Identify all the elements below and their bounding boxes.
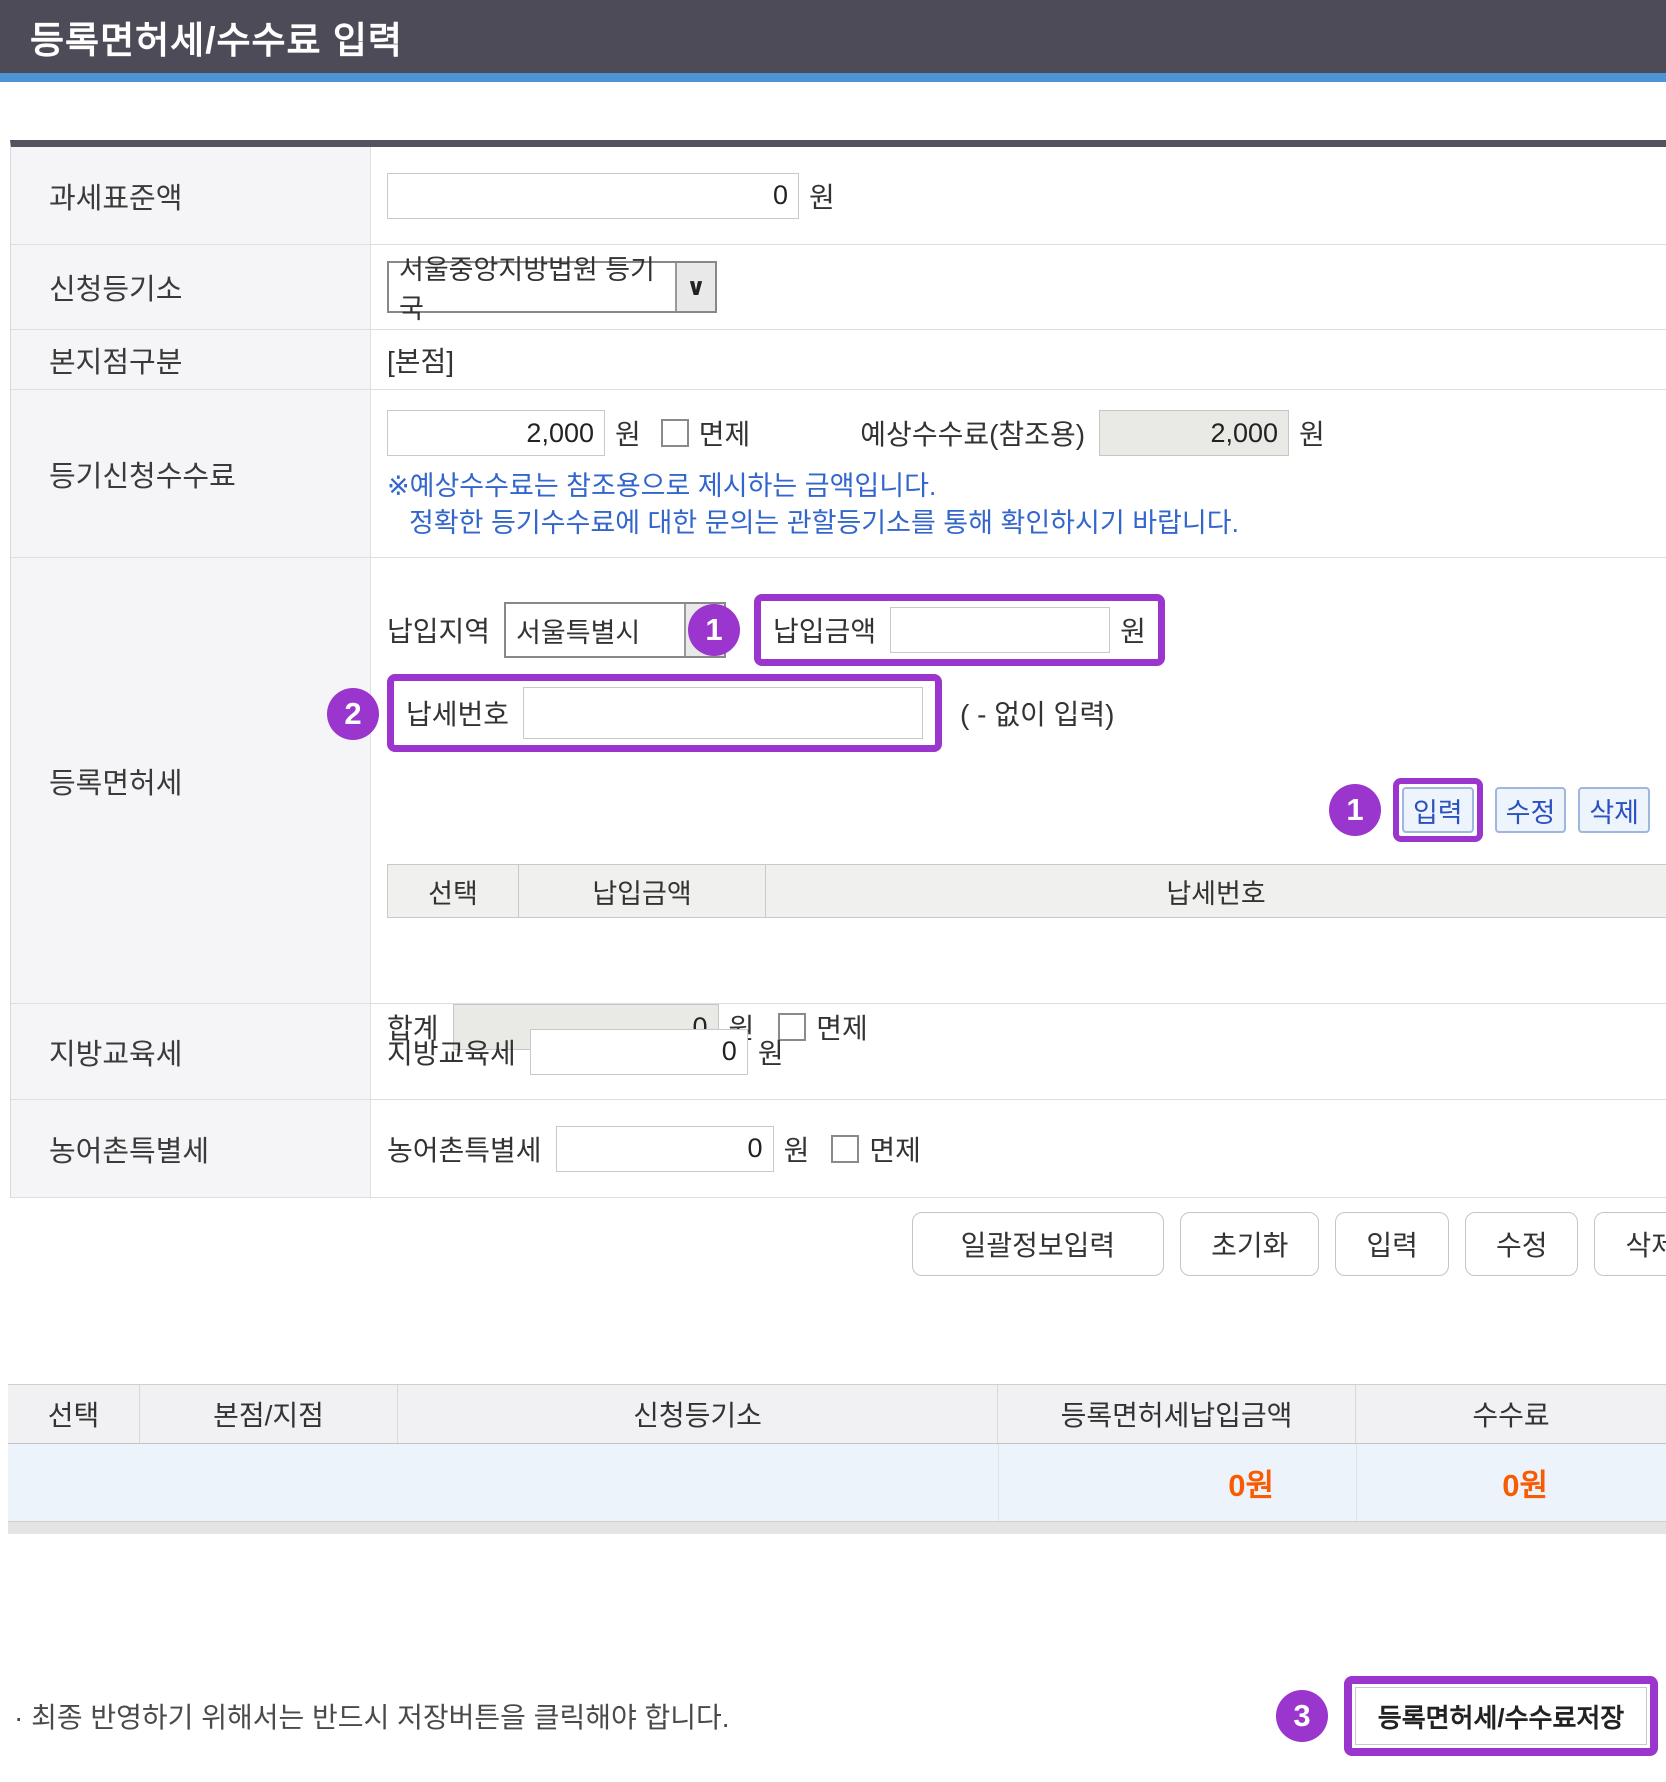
estimated-fee-unit: 원 [1299, 413, 1325, 453]
summary-cell-office [398, 1444, 998, 1521]
fee-note-line2: 정확한 등기수수료에 대한 문의는 관할등기소를 통해 확인하시기 바랍니다. [387, 505, 1666, 542]
license-tax-col-amount: 납입금액 [518, 864, 766, 918]
registration-fee-exempt-label: 면제 [699, 413, 751, 453]
chevron-down-icon[interactable]: ∨ [675, 263, 715, 311]
registration-fee-label: 등기신청수수료 [11, 390, 371, 557]
edu-tax-field-label: 지방교육세 [387, 1032, 516, 1072]
edu-tax-label: 지방교육세 [11, 1004, 371, 1099]
license-tax-col-taxno: 납세번호 [765, 864, 1666, 918]
row-tax-base: 과세표준액 0 원 [11, 147, 1666, 245]
summary-col-office: 신청등기소 [398, 1385, 998, 1443]
license-tax-label: 등록면허세 [11, 558, 371, 1003]
payment-region-label: 납입지역 [387, 610, 490, 650]
row-license-tax: 등록면허세 납입지역 서울특별시 ∨ 1 납입금액 원 2 [11, 558, 1666, 1004]
branch-type-value: [본점] [387, 340, 454, 380]
bulk-input-button[interactable]: 일괄정보입력 [912, 1212, 1165, 1276]
row-branch-type: 본지점구분 [본점] [11, 330, 1666, 390]
payment-amount-input[interactable] [890, 607, 1110, 653]
license-tax-form: 과세표준액 0 원 신청등기소 서울중앙지방법원 등기국 ∨ 본지점구분 [본점… [10, 140, 1666, 1198]
license-tax-delete-button[interactable]: 삭제 [1578, 787, 1650, 833]
farm-tax-input[interactable]: 0 [556, 1126, 774, 1172]
payment-amount-unit: 원 [1120, 610, 1146, 650]
summary-col-branch: 본점/지점 [140, 1385, 398, 1443]
input-button-highlight: 입력 [1393, 778, 1483, 842]
summary-cell-fee: 0원 [1502, 1460, 1548, 1505]
tax-base-input[interactable]: 0 [387, 173, 799, 219]
summary-col-tax-amount: 등록면허세납입금액 [998, 1385, 1356, 1443]
step-badge-1: 1 [688, 604, 740, 656]
page-footer: · 최종 반영하기 위해서는 반드시 저장버튼을 클릭해야 합니다. 3 등록면… [0, 1676, 1666, 1756]
row-farm-tax: 농어촌특별세 농어촌특별세 0 원 면제 [11, 1100, 1666, 1198]
payment-amount-label: 납입금액 [773, 610, 876, 650]
edit-button[interactable]: 수정 [1465, 1212, 1579, 1276]
page-header: 등록면허세/수수료 입력 [0, 0, 1666, 82]
summary-cell-select [8, 1444, 140, 1521]
summary-table: 선택 본점/지점 신청등기소 등록면허세납입금액 수수료 0원 0원 [8, 1384, 1666, 1534]
row-registration-fee: 등기신청수수료 2,000 원 면제 예상수수료(참조용) 2,000 원 ※예… [11, 390, 1666, 558]
summary-cell-branch [140, 1444, 398, 1521]
summary-col-select: 선택 [8, 1385, 140, 1443]
registration-fee-unit: 원 [615, 413, 641, 453]
edu-tax-unit: 원 [758, 1032, 784, 1072]
summary-col-fee: 수수료 [1356, 1385, 1666, 1443]
tax-base-label: 과세표준액 [11, 147, 371, 244]
farm-tax-exempt-label: 면제 [869, 1129, 921, 1169]
estimated-fee-label: 예상수수료(참조용) [860, 413, 1085, 453]
step-badge-2: 2 [327, 688, 379, 740]
action-button-bar: 일괄정보입력 초기화 입력 수정 삭제 [0, 1212, 1666, 1276]
tax-number-label: 납세번호 [406, 693, 509, 733]
registry-office-label: 신청등기소 [11, 245, 371, 329]
farm-tax-unit: 원 [784, 1129, 810, 1169]
farm-tax-label: 농어촌특별세 [11, 1100, 371, 1197]
registration-fee-input[interactable]: 2,000 [387, 410, 605, 456]
page-title: 등록면허세/수수료 입력 [30, 10, 403, 64]
farm-tax-field-label: 농어촌특별세 [387, 1129, 542, 1169]
row-registry-office: 신청등기소 서울중앙지방법원 등기국 ∨ [11, 245, 1666, 330]
summary-table-header: 선택 본점/지점 신청등기소 등록면허세납입금액 수수료 [8, 1384, 1666, 1444]
tax-number-input[interactable] [523, 687, 923, 739]
step-badge-3: 3 [1276, 1690, 1328, 1742]
tax-number-highlight: 납세번호 [387, 674, 942, 752]
registry-office-select[interactable]: 서울중앙지방법원 등기국 ∨ [387, 261, 717, 313]
step-badge-1: 1 [1329, 784, 1381, 836]
tax-number-hint: ( - 없이 입력) [960, 693, 1114, 733]
branch-type-label: 본지점구분 [11, 330, 371, 389]
input-button[interactable]: 입력 [1335, 1212, 1449, 1276]
table-bottom-strip [8, 1522, 1666, 1534]
license-tax-edit-button[interactable]: 수정 [1495, 787, 1567, 833]
tax-base-unit: 원 [809, 176, 835, 216]
license-tax-table-body [387, 918, 1666, 1004]
summary-cell-tax-amount: 0원 [1228, 1460, 1274, 1505]
license-tax-col-select: 선택 [387, 864, 519, 918]
fee-note-line1: ※예상수수료는 참조용으로 제시하는 금액입니다. [387, 468, 1666, 505]
edu-tax-input[interactable]: 0 [530, 1029, 748, 1075]
estimated-fee-input: 2,000 [1099, 410, 1289, 456]
license-tax-table: 선택 납입금액 납세번호 [387, 864, 1666, 1004]
registry-office-selected: 서울중앙지방법원 등기국 [389, 263, 675, 311]
save-button-highlight: 등록면허세/수수료저장 [1344, 1676, 1658, 1756]
registration-fee-exempt-checkbox[interactable] [661, 419, 689, 447]
summary-table-row[interactable]: 0원 0원 [8, 1444, 1666, 1522]
reset-button[interactable]: 초기화 [1180, 1212, 1319, 1276]
save-reminder-note: · 최종 반영하기 위해서는 반드시 저장버튼을 클릭해야 합니다. [14, 1696, 730, 1736]
payment-region-selected: 서울특별시 [506, 604, 684, 656]
row-edu-tax: 지방교육세 지방교육세 0 원 [11, 1004, 1666, 1100]
delete-button[interactable]: 삭제 [1594, 1212, 1666, 1276]
payment-amount-highlight: 납입금액 원 [754, 594, 1165, 666]
farm-tax-exempt-checkbox[interactable] [831, 1135, 859, 1163]
license-tax-input-button[interactable]: 입력 [1402, 787, 1474, 833]
save-button[interactable]: 등록면허세/수수료저장 [1355, 1687, 1647, 1745]
